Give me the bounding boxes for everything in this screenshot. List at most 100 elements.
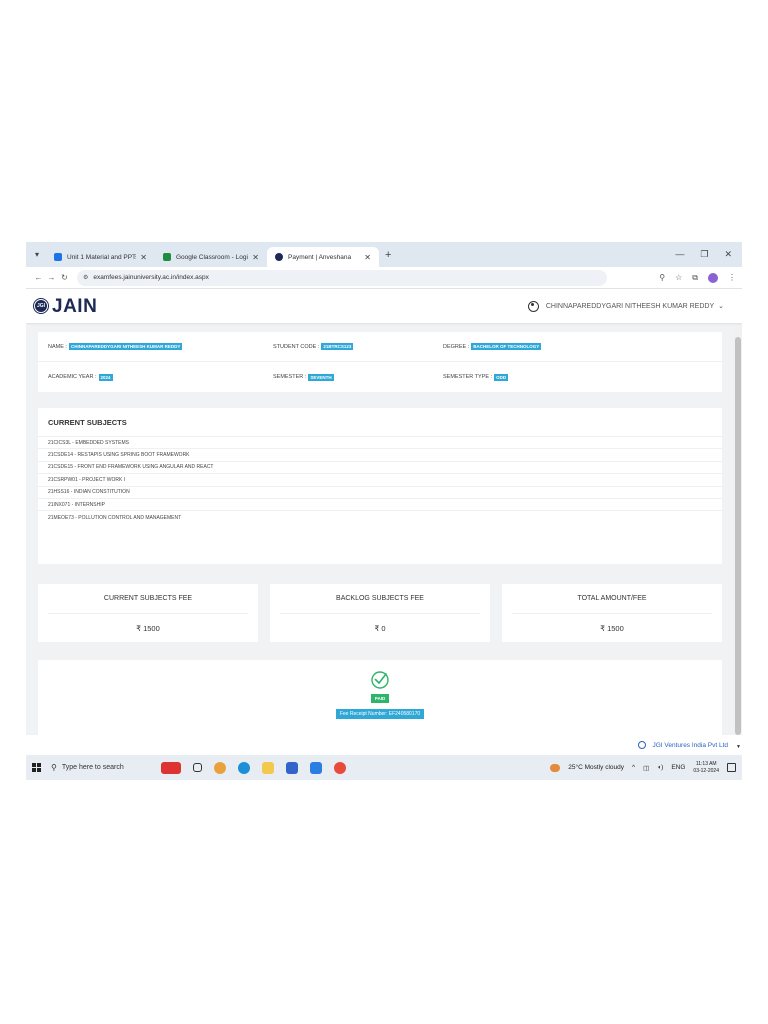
- task-view-icon[interactable]: [193, 763, 202, 772]
- semester-type-value: ODD: [494, 373, 509, 381]
- page-scrollbar[interactable]: [734, 323, 742, 735]
- name-field: NAME : CHINNAPAREDDYGARI NITHEESH KUMAR …: [48, 343, 183, 350]
- bookmark-star-icon[interactable]: ☆: [675, 273, 682, 282]
- minimize-icon[interactable]: —: [675, 249, 684, 260]
- jgi-logo-icon: [638, 741, 647, 749]
- subjects-title: CURRENT SUBJECTS: [38, 408, 722, 437]
- menu-dots-icon[interactable]: ⋮: [728, 273, 736, 282]
- main-content: NAME : CHINNAPAREDDYGARI NITHEESH KUMAR …: [26, 323, 734, 735]
- fee-label: CURRENT SUBJECTS FEE: [48, 584, 248, 614]
- degree-field: DEGREE : BACHELOR OF TECHNOLOGY: [443, 343, 542, 350]
- close-window-icon[interactable]: ✕: [724, 249, 732, 260]
- reload-icon[interactable]: ↻: [58, 273, 71, 282]
- name-value: CHINNAPAREDDYGARI NITHEESH KUMAR REDDY: [68, 343, 183, 350]
- window-controls: — ❐ ✕: [675, 249, 742, 260]
- chevron-down-icon: ⌄: [718, 303, 724, 310]
- subject-item: 21CSDE14 - RESTAPIS USING SPRING BOOT FR…: [38, 449, 722, 462]
- current-subjects-card: CURRENT SUBJECTS 21CICS3L - EMBEDDED SYS…: [38, 408, 722, 564]
- clock[interactable]: 11:13 AM 03-12-2024: [693, 761, 719, 774]
- user-name: CHINNAPAREDDYGARI NITHEESH KUMAR REDDY: [545, 302, 715, 310]
- browser-toolbar: ← → ↻ ⚙ examfees.jainuniversity.ac.in/in…: [26, 267, 742, 289]
- notification-icon[interactable]: [727, 763, 736, 772]
- close-icon[interactable]: ✕: [364, 253, 371, 262]
- semester-type-field: SEMESTER TYPE : ODD: [443, 373, 509, 381]
- total-fee-card: TOTAL AMOUNT/FEE ₹ 1500: [502, 584, 722, 642]
- semester-value: SEVENTH: [308, 373, 334, 381]
- semester-field: SEMESTER : SEVENTH: [273, 373, 334, 381]
- student-code-field: STUDENT CODE : 21BTRCS123: [273, 343, 354, 350]
- subject-item: 21CICS3L - EMBEDDED SYSTEMS: [38, 437, 722, 450]
- subject-item: 21MEOE73 - POLLUTION CONTROL AND MANAGEM…: [48, 514, 182, 521]
- taskbar-search[interactable]: ⚲ Type here to search: [51, 763, 147, 772]
- user-menu[interactable]: CHINNAPAREDDYGARI NITHEESH KUMAR REDDY ⌄: [527, 300, 724, 312]
- paid-badge: PAID: [370, 694, 390, 703]
- network-icon[interactable]: ◫: [643, 764, 649, 772]
- fee-label: BACKLOG SUBJECTS FEE: [280, 584, 480, 614]
- weather-icon[interactable]: [550, 763, 561, 772]
- info-row: NAME : CHINNAPAREDDYGARI NITHEESH KUMAR …: [38, 332, 722, 362]
- search-icon: ⚲: [51, 763, 57, 772]
- subject-item: 21CSDE15 - FRONT END FRAMEWORK USING ANG…: [38, 462, 722, 475]
- backlog-subjects-fee-card: BACKLOG SUBJECTS FEE ₹ 0: [270, 584, 490, 642]
- fee-value: ₹ 1500: [136, 623, 160, 633]
- address-bar[interactable]: ⚙ examfees.jainuniversity.ac.in/index.as…: [77, 269, 607, 286]
- windows-start-icon[interactable]: [32, 763, 41, 772]
- subject-item: 21CSRPW01 - PROJECT WORK I: [38, 474, 722, 487]
- jain-logo[interactable]: JGI JAIN: [34, 297, 97, 316]
- receipt-number: Fee Receipt Number: EF240580170: [335, 709, 425, 719]
- tab-google-classroom[interactable]: Google Classroom - Login ✕: [155, 247, 267, 267]
- lang-indicator[interactable]: ENG: [671, 764, 685, 771]
- photos-icon[interactable]: [310, 761, 322, 774]
- store-icon[interactable]: [286, 761, 298, 774]
- academic-year-field: ACADEMIC YEAR : 2024: [48, 373, 113, 381]
- tab-label: Unit 1 Material and PPTs: [67, 253, 137, 261]
- subject-item: 21INX071 - INTERNSHIP: [38, 499, 722, 512]
- scroll-down-icon[interactable]: ▼: [736, 744, 741, 750]
- windows-taskbar: ⚲ Type here to search 25°C Mostly cloudy…: [26, 755, 742, 780]
- close-icon[interactable]: ✕: [252, 253, 259, 262]
- site-header: JGI JAIN CHINNAPAREDDYGARI NITHEESH KUMA…: [26, 289, 742, 323]
- chrome-icon[interactable]: [334, 761, 346, 774]
- edge-icon[interactable]: [238, 761, 250, 774]
- browser-window: ▾ Unit 1 Material and PPTs ✕ Google Clas…: [26, 242, 742, 780]
- fees-row: CURRENT SUBJECTS FEE ₹ 1500 BACKLOG SUBJ…: [38, 584, 722, 642]
- maximize-icon[interactable]: ❐: [700, 249, 708, 260]
- tab-unit-material[interactable]: Unit 1 Material and PPTs ✕: [46, 247, 155, 267]
- scrollbar-thumb[interactable]: [735, 337, 741, 735]
- classroom-icon: [163, 253, 171, 261]
- logo-text: JAIN: [52, 295, 98, 317]
- degree-value: BACHELOR OF TECHNOLOGY: [471, 343, 542, 350]
- forward-icon[interactable]: →: [45, 273, 58, 282]
- docs-icon: [54, 253, 62, 261]
- url-text: examfees.jainuniversity.ac.in/index.aspx: [93, 274, 209, 281]
- info-row: ACADEMIC YEAR : 2024 SEMESTER : SEVENTH …: [38, 362, 722, 392]
- check-circle-icon: [371, 671, 389, 689]
- volume-icon[interactable]: ◖): [657, 764, 663, 771]
- back-icon[interactable]: ←: [32, 273, 45, 282]
- tab-label: Google Classroom - Login: [176, 253, 249, 261]
- profile-avatar[interactable]: [708, 272, 718, 283]
- widget-app-icon[interactable]: [161, 761, 181, 774]
- new-tab-button[interactable]: +: [385, 249, 391, 261]
- site-info-icon[interactable]: ⚙: [83, 274, 88, 281]
- file-explorer-icon[interactable]: [262, 761, 274, 774]
- student-info-card: NAME : CHINNAPAREDDYGARI NITHEESH KUMAR …: [38, 332, 722, 392]
- extensions-icon[interactable]: ⧉: [692, 273, 698, 283]
- site-icon: [275, 253, 283, 261]
- fee-label: TOTAL AMOUNT/FEE: [512, 584, 712, 614]
- weather-text[interactable]: 25°C Mostly cloudy: [568, 764, 624, 771]
- footer-brand: JGI Ventures India Pvt Ltd: [638, 741, 728, 749]
- zoom-icon[interactable]: ⚲: [659, 273, 665, 282]
- chevron-up-icon[interactable]: ^: [632, 764, 635, 771]
- student-code-value: 21BTRCS123: [321, 343, 354, 350]
- taskbar-apps: [161, 761, 346, 774]
- payment-status-card: PAID Fee Receipt Number: EF240580170: [38, 660, 722, 735]
- fee-value: ₹ 1500: [600, 623, 624, 633]
- copilot-icon[interactable]: [214, 761, 226, 774]
- user-icon: [527, 300, 539, 312]
- current-subjects-fee-card: CURRENT SUBJECTS FEE ₹ 1500: [38, 584, 258, 642]
- tab-search-icon[interactable]: ▾: [30, 248, 44, 262]
- close-icon[interactable]: ✕: [140, 253, 147, 262]
- tab-payment[interactable]: Payment | Anveshana ✕: [267, 247, 379, 267]
- system-tray: 25°C Mostly cloudy ^ ◫ ◖) ENG 11:13 AM 0…: [550, 761, 736, 774]
